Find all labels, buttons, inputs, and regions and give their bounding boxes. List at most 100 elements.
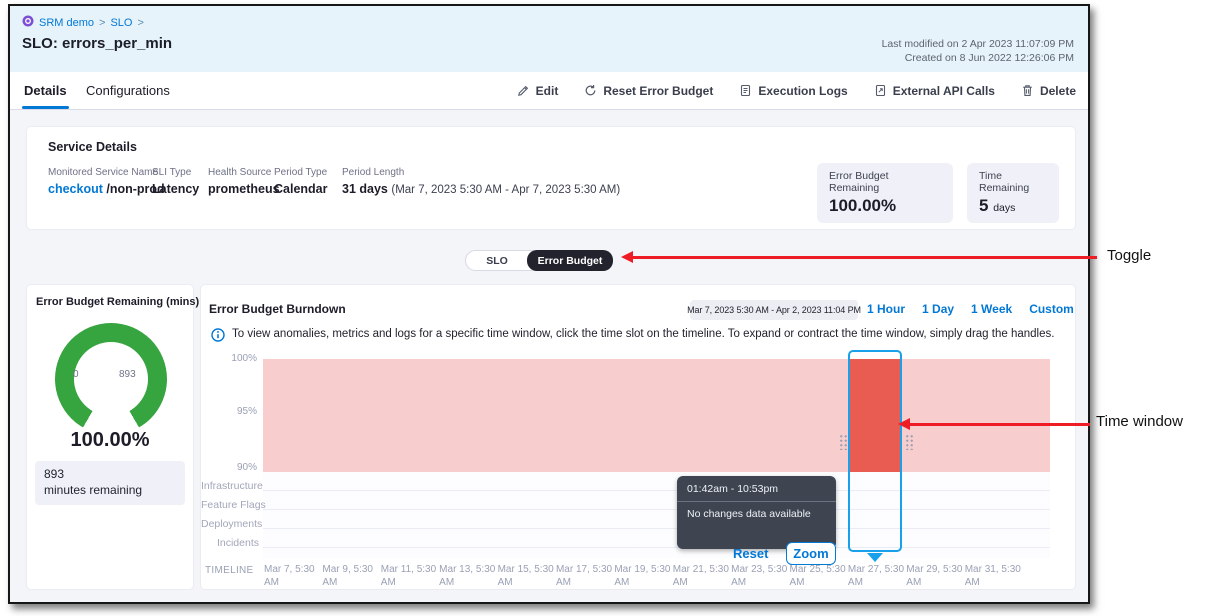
kpi-label: Error Budget Remaining: [829, 170, 941, 194]
time-window-selected-fill: [850, 359, 900, 472]
kpi-unit: days: [993, 202, 1015, 214]
timestamps: Last modified on 2 Apr 2023 11:07:09 PM …: [882, 37, 1074, 65]
field-value: Calendar: [274, 182, 328, 196]
lane-label: Incidents: [201, 534, 259, 553]
toggle-option-slo[interactable]: SLO: [466, 251, 528, 270]
time-window-selection[interactable]: [848, 350, 902, 552]
screenshot-canvas: SRM demo > SLO > SLO: errors_per_min Las…: [0, 0, 1224, 616]
field-value: Latency: [152, 182, 199, 196]
breadcrumb: SRM demo > SLO >: [22, 15, 144, 30]
field-period-length: Period Length 31 days (Mar 7, 2023 5:30 …: [342, 167, 620, 196]
kpi-label: Time Remaining: [979, 170, 1047, 194]
monitored-service-link[interactable]: checkout: [48, 182, 103, 196]
breadcrumb-separator: >: [137, 17, 143, 29]
timeline-tick: Mar 27, 5:30 AM: [848, 563, 906, 589]
external-api-calls-label: External API Calls: [893, 84, 995, 98]
trash-icon: [1021, 84, 1034, 97]
period-length-range: (Mar 7, 2023 5:30 AM - Apr 7, 2023 5:30 …: [391, 184, 620, 196]
minutes-remaining-label: minutes remaining: [44, 482, 176, 498]
breadcrumb-project[interactable]: SRM demo: [39, 17, 94, 29]
timeline-tick: Mar 15, 5:30 AM: [498, 563, 556, 589]
tab-configurations[interactable]: Configurations: [86, 72, 170, 109]
preset-custom[interactable]: Custom: [1029, 302, 1074, 316]
lane-label: Feature Flags: [201, 496, 259, 515]
lane-label: Infrastructure: [201, 477, 259, 496]
selection-right-drag-handle[interactable]: [904, 433, 913, 450]
info-banner: To view anomalies, metrics and logs for …: [211, 328, 1054, 347]
slo-error-budget-toggle[interactable]: SLO Error Budget: [465, 250, 613, 271]
edit-label: Edit: [536, 84, 559, 98]
event-lanes-area[interactable]: [263, 472, 1050, 558]
tab-bar: Details Configurations Edit Reset Error …: [10, 72, 1088, 110]
chart-tooltip: 01:42am - 10:53pm No changes data availa…: [677, 476, 836, 549]
reset-icon: [584, 84, 597, 97]
time-window-arrow-line: [908, 423, 1090, 426]
selection-left-drag-handle[interactable]: [838, 433, 847, 450]
page-title: SLO: errors_per_min: [22, 35, 172, 52]
reset-error-budget-label: Reset Error Budget: [603, 84, 713, 98]
event-lane-labels: InfrastructureFeature FlagsDeploymentsIn…: [201, 477, 259, 553]
external-api-calls-button[interactable]: External API Calls: [874, 84, 995, 98]
info-icon: [211, 328, 225, 347]
breadcrumb-separator: >: [99, 17, 105, 29]
minutes-remaining-value: 893: [44, 466, 176, 482]
minutes-remaining-box: 893 minutes remaining: [35, 461, 185, 505]
timeline-tick: Mar 11, 5:30 AM: [381, 563, 439, 589]
created-text: Created on 8 Jun 2022 12:26:06 PM: [882, 51, 1074, 65]
timeline-tick: Mar 7, 5:30 AM: [264, 563, 322, 589]
toggle-annotation-label: Toggle: [1107, 247, 1151, 264]
field-period-type: Period Type Calendar: [274, 167, 328, 196]
edit-button[interactable]: Edit: [517, 84, 559, 98]
preset-1-day[interactable]: 1 Day: [922, 302, 954, 316]
error-budget-gauge-card: Error Budget Remaining (mins) 0 893 100.…: [26, 284, 194, 590]
service-details-card: Service Details Monitored Service Name c…: [26, 126, 1076, 230]
y-tick-100: 100%: [201, 353, 257, 364]
error-budget-band[interactable]: [263, 359, 1050, 472]
delete-button[interactable]: Delete: [1021, 84, 1076, 98]
time-range-badge: Mar 7, 2023 5:30 AM - Apr 2, 2023 11:04 …: [690, 300, 858, 320]
execution-logs-label: Execution Logs: [758, 84, 847, 98]
document-icon: [739, 84, 752, 97]
y-tick-95: 95%: [201, 406, 257, 417]
field-label: Period Type: [274, 167, 328, 178]
gauge-title: Error Budget Remaining (mins): [36, 296, 199, 308]
timeline-tick: Mar 13, 5:30 AM: [439, 563, 497, 589]
timeline-tick: Mar 29, 5:30 AM: [906, 563, 964, 589]
preset-1-hour[interactable]: 1 Hour: [867, 302, 905, 316]
field-sli-type: SLI Type Latency: [152, 167, 199, 196]
reset-error-budget-button[interactable]: Reset Error Budget: [584, 84, 713, 98]
time-presets: 1 Hour 1 Day 1 Week Custom: [867, 302, 1074, 316]
period-length-value: 31 days: [342, 182, 388, 196]
timeline-tick: Mar 17, 5:30 AM: [556, 563, 614, 589]
page-header: SRM demo > SLO > SLO: errors_per_min Las…: [10, 6, 1088, 72]
field-label: Monitored Service Name: [48, 167, 165, 178]
timeline-tick: Mar 25, 5:30 AM: [790, 563, 848, 589]
timeline-tick: Mar 9, 5:30 AM: [322, 563, 380, 589]
error-budget-burndown-card: Error Budget Burndown Mar 7, 2023 5:30 A…: [200, 284, 1076, 590]
tooltip-message: No changes data available: [677, 502, 836, 526]
field-value: prometheus: [208, 182, 280, 196]
timeline-caption: TIMELINE: [205, 565, 254, 576]
srm-module-icon: [22, 15, 34, 30]
kpi-value: 5: [979, 196, 988, 215]
field-label: Period Length: [342, 167, 620, 178]
timeline-tick: Mar 23, 5:30 AM: [731, 563, 789, 589]
timeline-tick: Mar 31, 5:30 AM: [965, 563, 1023, 589]
delete-label: Delete: [1040, 84, 1076, 98]
timeline-tick-labels: Mar 7, 5:30 AMMar 9, 5:30 AMMar 11, 5:30…: [264, 563, 1023, 589]
execution-logs-button[interactable]: Execution Logs: [739, 84, 847, 98]
field-label: Health Source: [208, 167, 280, 178]
field-health-source: Health Source prometheus: [208, 167, 280, 196]
toggle-arrow-line: [631, 256, 1097, 259]
tab-details[interactable]: Details: [22, 72, 69, 109]
reset-link[interactable]: Reset: [733, 546, 768, 561]
field-monitored-service: Monitored Service Name checkout /non-pro…: [48, 167, 165, 196]
document-arrow-icon: [874, 84, 887, 97]
tooltip-time-range: 01:42am - 10:53pm: [677, 476, 836, 502]
app-window: SRM demo > SLO > SLO: errors_per_min Las…: [8, 4, 1090, 604]
toggle-option-error-budget[interactable]: Error Budget: [527, 250, 613, 271]
zoom-button[interactable]: Zoom: [786, 542, 836, 565]
service-details-title: Service Details: [48, 140, 137, 154]
breadcrumb-slo[interactable]: SLO: [110, 17, 132, 29]
preset-1-week[interactable]: 1 Week: [971, 302, 1012, 316]
